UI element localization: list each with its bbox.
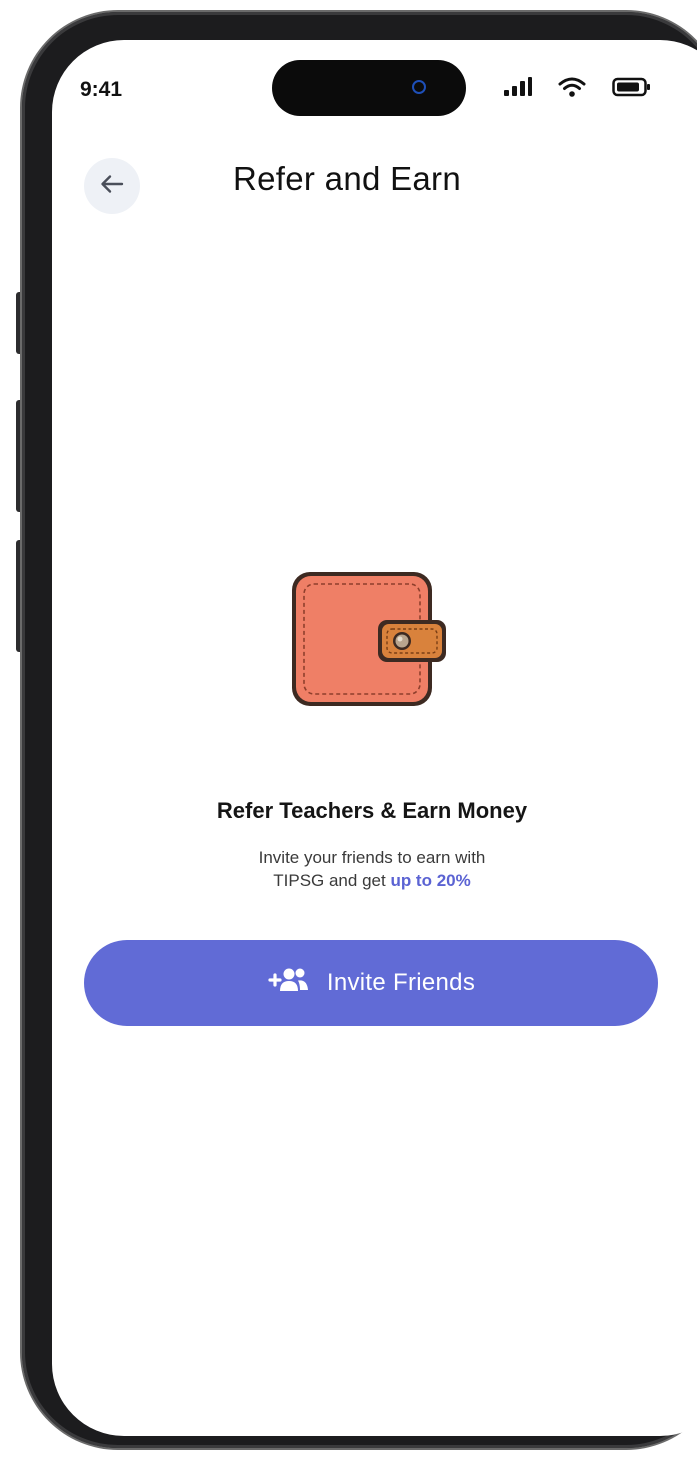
phone-screen: 9:41 Refer and Earn Refer Teachers & Ear… <box>52 40 697 1436</box>
wifi-icon <box>558 76 586 103</box>
status-icons <box>502 76 652 103</box>
wallet-icon <box>290 568 450 713</box>
description-line-2: TIPSG and get up to 20% <box>52 869 692 892</box>
description-prefix: TIPSG and get <box>273 871 391 890</box>
signal-icon <box>502 77 532 102</box>
description-line-1: Invite your friends to earn with <box>258 848 486 867</box>
arrow-left-icon <box>99 173 125 200</box>
camera-indicator <box>412 80 426 94</box>
invite-friends-label: Invite Friends <box>326 969 476 996</box>
refer-description: Invite your friends to earn with TIPSG a… <box>52 846 692 892</box>
add-users-icon <box>267 966 311 1001</box>
refer-headline: Refer Teachers & Earn Money <box>216 798 528 823</box>
dynamic-island <box>272 60 466 116</box>
reward-highlight: up to 20% <box>390 871 471 890</box>
page: 9:41 Refer and Earn Refer Teachers & Ear… <box>0 0 697 1457</box>
battery-icon <box>612 76 652 103</box>
page-title: Refer and Earn <box>233 160 461 197</box>
status-time: 9:41 <box>80 78 123 101</box>
back-button[interactable] <box>84 158 140 214</box>
invite-friends-button[interactable]: Invite Friends <box>84 940 658 1026</box>
